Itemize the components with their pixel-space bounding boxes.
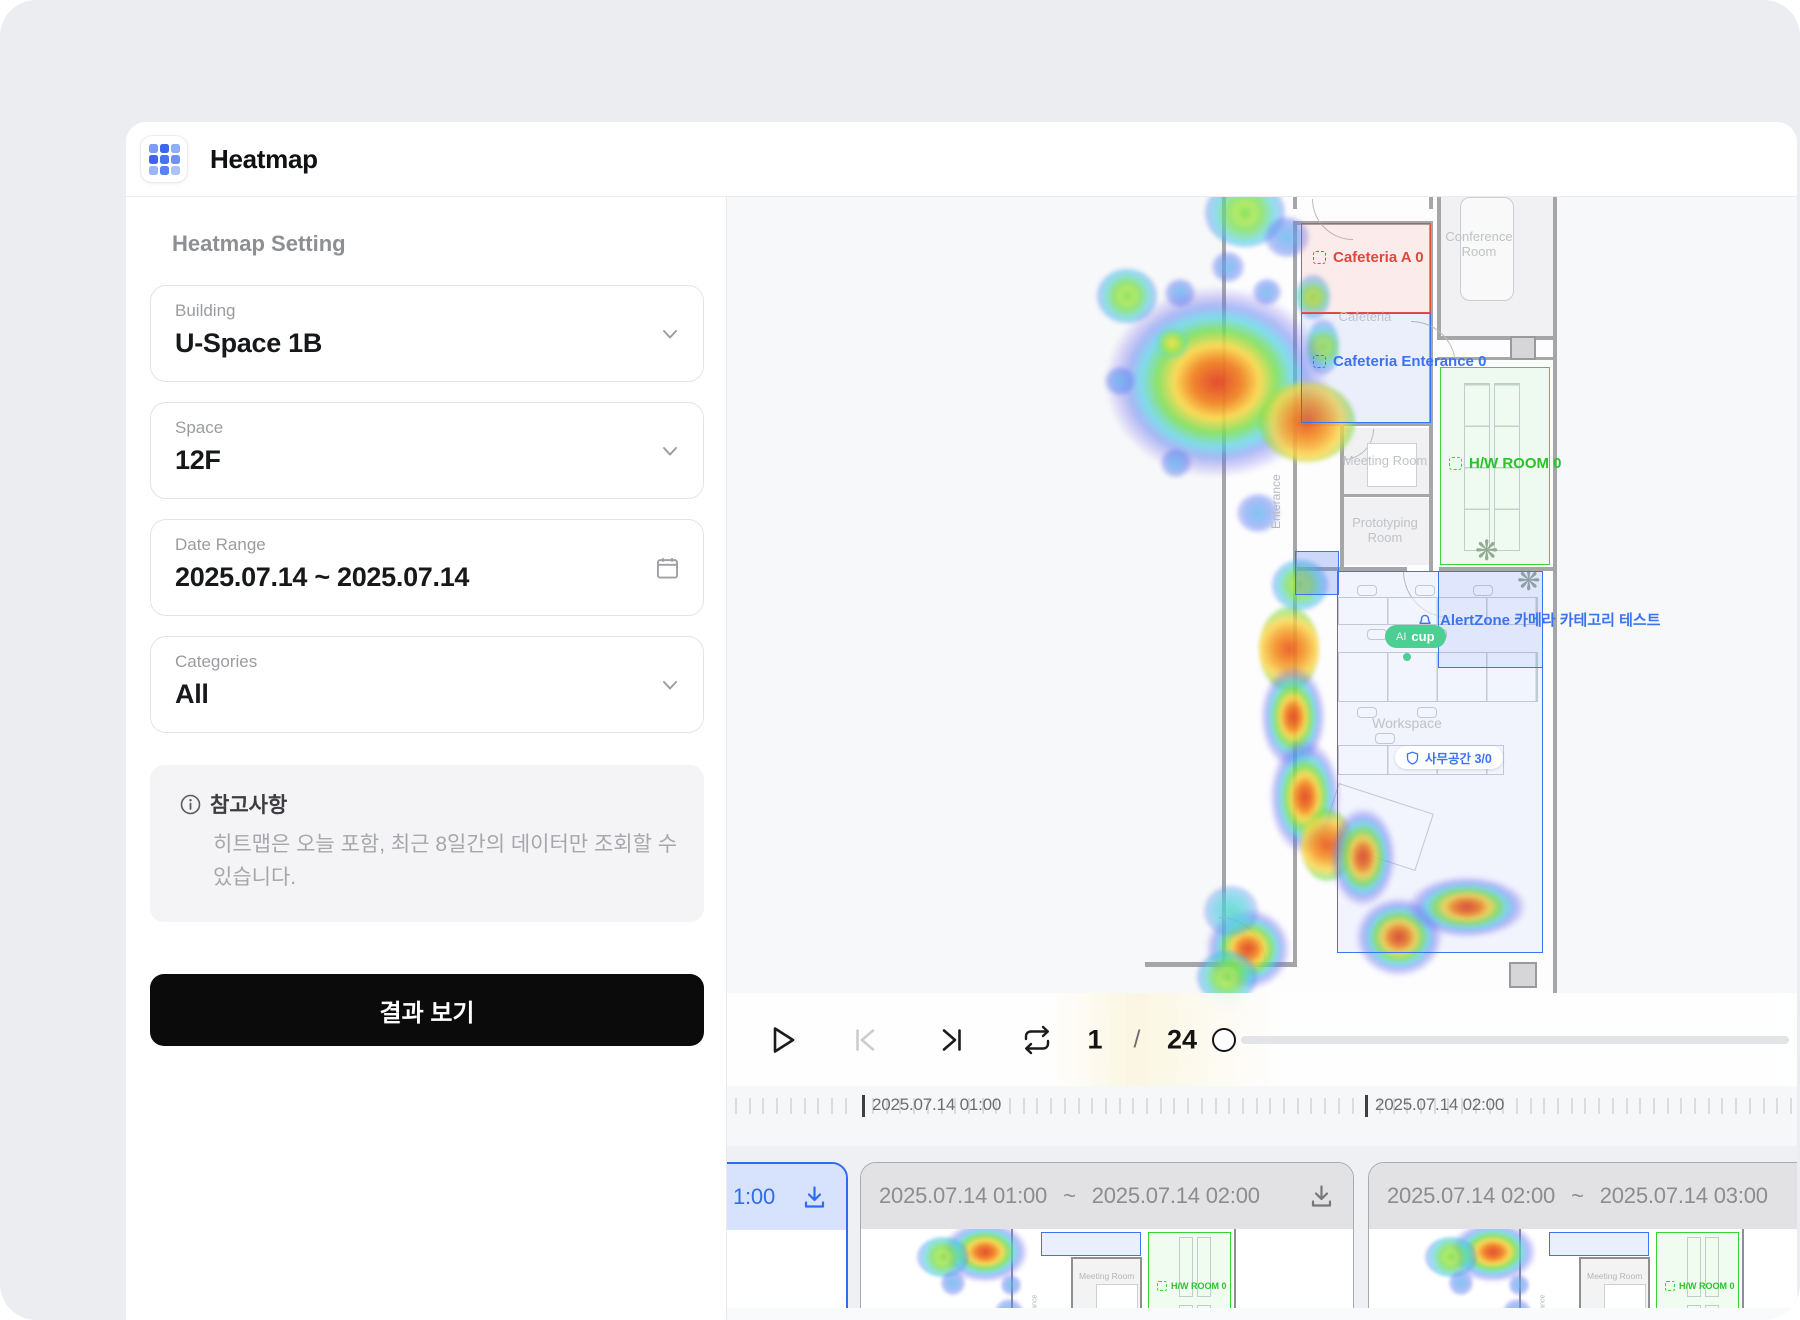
zone-cafeteria-a[interactable] [1301,223,1431,313]
thumbnail-header: 2025.07.14 01:00 ~ 2025.07.14 02:00 [861,1163,1353,1229]
thumbnail-header: 2025.07.14 02:00 ~ 2025.07.14 03:00 [1369,1163,1797,1229]
note-body: 히트맵은 오늘 포함, 최근 8일간의 데이터만 조회할 수 있습니다. [213,829,680,894]
timeline-slider-knob[interactable] [1212,1028,1236,1052]
calendar-icon [654,554,681,581]
room-label-entrance: Enterance [1269,474,1283,529]
wall [1429,197,1433,209]
skip-back-button[interactable] [852,1026,878,1054]
mini-meeting-label: Meeting Room [1587,1271,1642,1281]
settings-title: Heatmap Setting [172,231,704,257]
wall [1222,197,1226,967]
bottom-edge [727,1308,1797,1320]
app-header: Heatmap [126,122,1797,197]
office-badge: 사무공간 3/0 [1395,746,1503,769]
app-window: Heatmap Heatmap Setting Building U-Space… [126,122,1797,1320]
wall [1553,197,1557,993]
note-box: 참고사항 히트맵은 오늘 포함, 최근 8일간의 데이터만 조회할 수 있습니다… [150,765,704,922]
zone-label-alertzone: AlertZone 카메라 카테고리 테스트 [1417,609,1661,630]
frame-total: 24 [1167,1024,1197,1055]
chevron-down-icon [659,323,681,345]
download-icon[interactable] [801,1184,828,1211]
thumbnail-map: Meeting Room H/W ROOM 0 Enterance [1369,1229,1797,1320]
play-button[interactable] [768,1024,798,1056]
frame-separator: / [1134,1025,1141,1054]
zone-label-hw-room: H/W ROOM 0 [1449,455,1562,472]
grid-icon [149,144,180,175]
zone-label-cafeteria-a: Cafeteria A 0 [1313,249,1424,266]
mini-heatmap [1369,1229,1797,1320]
settings-sidebar: Heatmap Setting Building U-Space 1B Spac… [126,197,727,1320]
chevron-down-icon [659,674,681,696]
timeline-ruler[interactable]: 2025.07.14 01:00 2025.07.14 02:00 [727,1086,1797,1146]
zone-label-cafeteria-entrance: Cafeteria Enterance 0 [1313,353,1486,370]
heatmap-viewport: ❋ ❋ Conference Room Cafeteria Meeting Ro… [727,197,1797,1320]
room-label-prototyping: Prototyping Room [1344,515,1426,545]
mini-hw-label: H/W ROOM 0 [1665,1281,1735,1291]
camera-zone-icon [1313,251,1326,264]
date-range-picker[interactable]: Date Range 2025.07.14 ~ 2025.07.14 [150,519,704,616]
room-label-cafeteria: Cafeteria [1335,309,1395,324]
camera-zone-icon [1449,457,1462,470]
screen-background: Heatmap Heatmap Setting Building U-Space… [0,0,1800,1320]
room-label-workspace: Workspace [1367,715,1447,731]
thumbnail-map [727,1230,846,1320]
ai-cup-marker [1403,653,1411,661]
hourly-thumbnails: 1:00 2025.07.14 01:00 ~ [727,1146,1797,1309]
wall [1340,494,1432,497]
loop-button[interactable] [1020,1025,1054,1055]
thumbnail-card[interactable]: 2025.07.14 02:00 ~ 2025.07.14 03:00 [1368,1162,1797,1320]
elevator [1510,336,1536,360]
thumbnail-map: Meeting Room H/W ROOM 0 Enterance [861,1229,1353,1320]
zone-blue-square[interactable] [1295,551,1339,595]
space-select[interactable]: Space 12F [150,402,704,499]
chevron-down-icon [659,440,681,462]
room-label-conference: Conference Room [1439,229,1519,259]
categories-select[interactable]: Categories All [150,636,704,733]
mini-hw-label: H/W ROOM 0 [1157,1281,1227,1291]
thumbnail-card-selected[interactable]: 1:00 [727,1162,848,1320]
view-results-button[interactable]: 결과 보기 [150,974,704,1046]
download-icon[interactable] [1308,1183,1335,1210]
mini-meeting-label: Meeting Room [1079,1271,1134,1281]
wall [1437,197,1441,340]
timeline-hour-label: 2025.07.14 01:00 [872,1095,1001,1115]
thumbnail-card[interactable]: 2025.07.14 01:00 ~ 2025.07.14 02:00 [860,1162,1354,1320]
timeline-hour-label: 2025.07.14 02:00 [1375,1095,1504,1115]
ai-cup-badge: AI cup [1385,625,1446,648]
note-title: 참고사항 [210,789,287,819]
frame-current: 1 [1087,1024,1102,1055]
shield-icon [1406,751,1419,765]
info-icon [180,794,201,815]
camera-zone-icon [1313,355,1326,368]
building-select[interactable]: Building U-Space 1B [150,285,704,382]
player-bar: 1 / 24 [727,993,1797,1087]
app-logo [140,135,188,183]
timeline-slider-track[interactable] [1241,1036,1789,1044]
wall [1293,197,1297,209]
skip-forward-button[interactable] [939,1026,965,1054]
floorplan: ❋ ❋ Conference Room Cafeteria Meeting Ro… [727,197,1797,1086]
room-label-meeting: Meeting Room [1339,453,1431,468]
thumbnail-header: 1:00 [727,1164,846,1230]
elevator [1509,962,1537,988]
page-title: Heatmap [210,144,318,175]
